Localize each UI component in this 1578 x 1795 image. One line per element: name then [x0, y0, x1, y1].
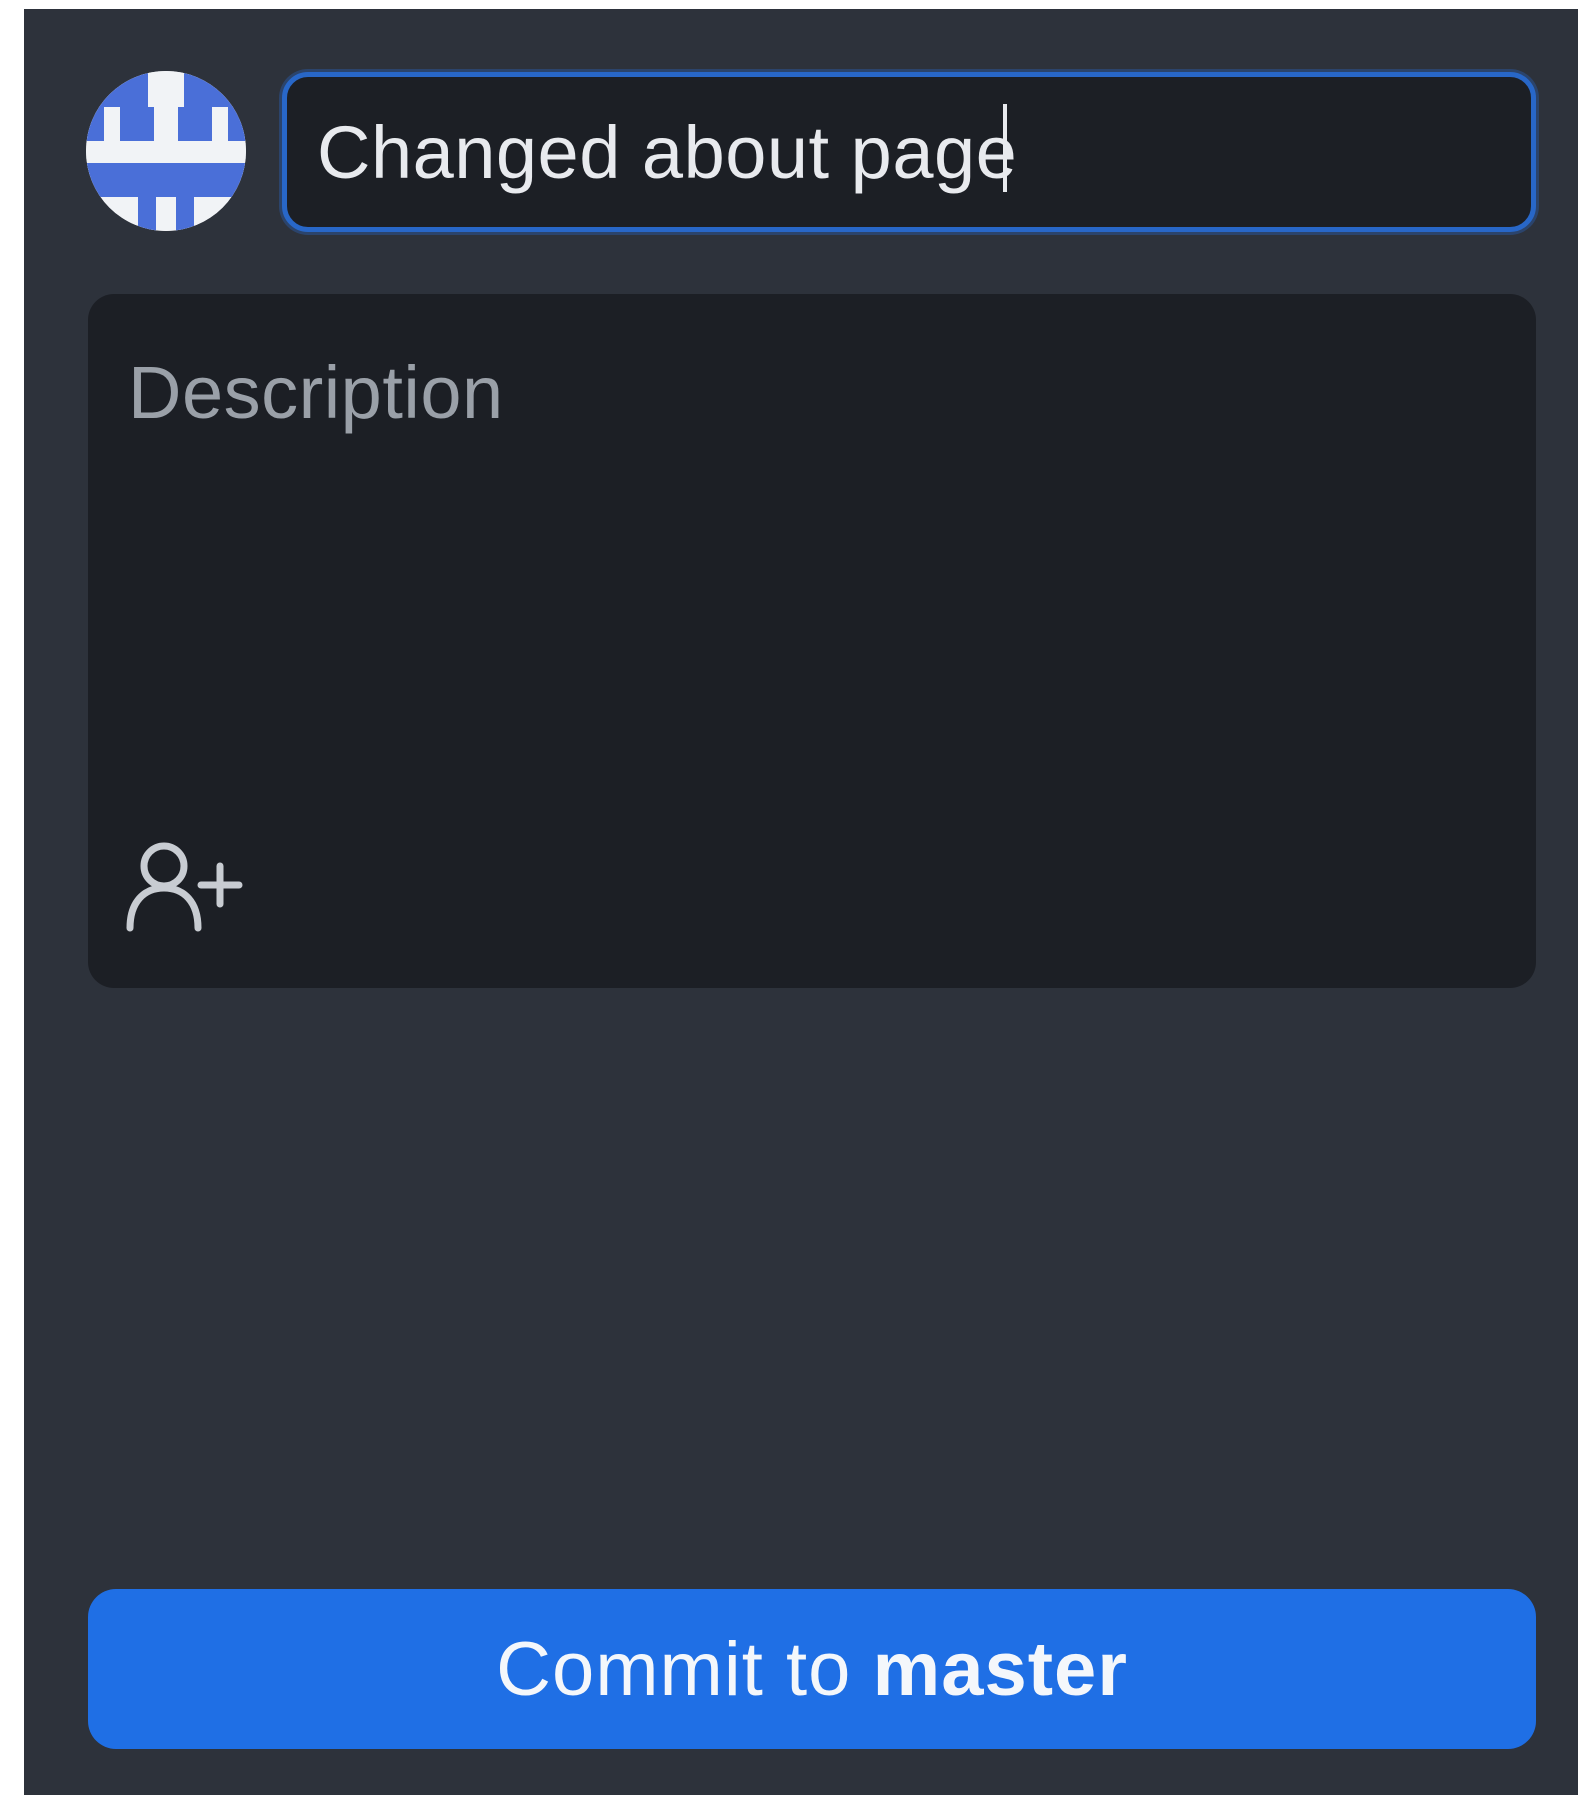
commit-panel: Changed about page Description Commit to… [24, 9, 1578, 1795]
identicon-icon [86, 71, 246, 231]
text-caret [1003, 104, 1008, 192]
add-person-icon [126, 842, 243, 932]
summary-text: Changed about page [317, 110, 1018, 194]
commit-button-prefix: Commit to [496, 1626, 852, 1712]
avatar [86, 71, 246, 231]
commit-button[interactable]: Commit to master [88, 1589, 1536, 1749]
summary-input[interactable]: Changed about page [282, 72, 1536, 232]
add-coauthor-button[interactable] [124, 836, 244, 936]
description-textarea[interactable]: Description [88, 294, 1536, 988]
commit-button-branch: master [872, 1626, 1128, 1712]
description-placeholder: Description [128, 351, 504, 434]
